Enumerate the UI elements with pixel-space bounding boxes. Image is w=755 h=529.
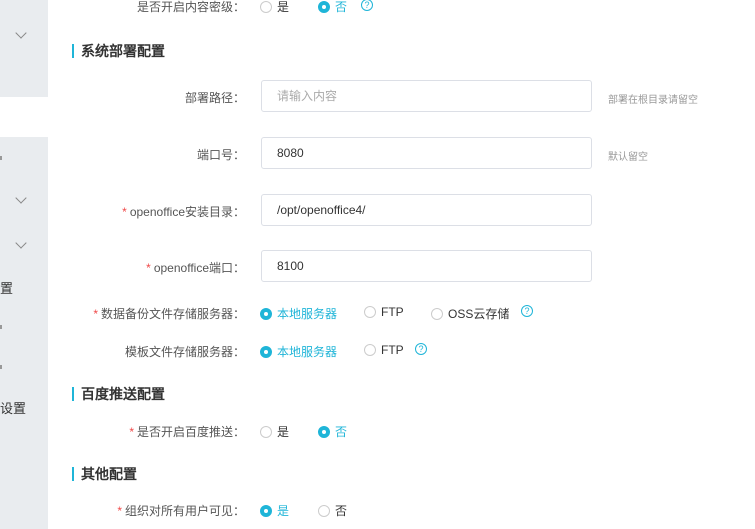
required-mark: * bbox=[93, 307, 98, 321]
radio-org-visible-no[interactable]: 否 bbox=[318, 502, 347, 519]
template-storage-label: 模板文件存储服务器： bbox=[124, 345, 245, 359]
port-input[interactable]: 8080 bbox=[261, 137, 592, 169]
radio-content-classification-no[interactable]: 否 bbox=[318, 0, 347, 15]
radio-icon bbox=[431, 307, 443, 320]
sidebar bbox=[0, 0, 48, 529]
openoffice-port-label: * openoffice端口： bbox=[146, 259, 245, 276]
deploy-path-label: 部署路径： bbox=[184, 91, 245, 105]
radio-icon bbox=[260, 0, 272, 13]
openoffice-dir-label: * openoffice安装目录： bbox=[122, 203, 245, 220]
content-classification-label: 是否开启内容密级： bbox=[136, 0, 245, 14]
radio-baidu-yes[interactable]: 是 bbox=[260, 423, 289, 440]
radio-org-visible-yes[interactable]: 是 bbox=[260, 502, 289, 519]
radio-icon bbox=[260, 307, 272, 320]
org-visible-label: * 组织对所有用户可见： bbox=[117, 502, 245, 519]
help-icon[interactable]: ? bbox=[415, 343, 427, 355]
sidebar-text-fragment bbox=[0, 325, 2, 329]
radio-label: 本地服务器 bbox=[277, 307, 338, 321]
label-text: openoffice端口： bbox=[153, 261, 245, 275]
radio-backup-local[interactable]: 本地服务器 bbox=[260, 305, 337, 322]
section-title-baidu: 百度推送配置 bbox=[72, 387, 165, 401]
radio-label: 是 bbox=[277, 0, 290, 14]
radio-label: 否 bbox=[335, 0, 348, 14]
radio-label: 本地服务器 bbox=[277, 345, 338, 359]
radio-backup-ftp[interactable]: FTP bbox=[364, 305, 404, 319]
radio-icon bbox=[364, 306, 376, 318]
radio-icon bbox=[318, 504, 330, 517]
radio-content-classification-yes[interactable]: 是 bbox=[260, 0, 289, 15]
radio-icon bbox=[260, 425, 272, 438]
sidebar-text-fragment bbox=[0, 156, 2, 160]
radio-label: FTP bbox=[381, 343, 404, 357]
radio-baidu-no[interactable]: 否 bbox=[318, 423, 347, 440]
required-mark: * bbox=[129, 425, 134, 439]
radio-label: 否 bbox=[335, 425, 348, 439]
radio-icon bbox=[318, 425, 330, 438]
label-text: 数据备份文件存储服务器： bbox=[100, 307, 245, 321]
sidebar-item-label[interactable]: 设置 bbox=[0, 398, 26, 417]
radio-label: 是 bbox=[277, 425, 290, 439]
radio-label: 否 bbox=[335, 504, 348, 518]
help-icon[interactable]: ? bbox=[361, 0, 373, 11]
sidebar-text-fragment bbox=[0, 365, 2, 369]
radio-icon bbox=[364, 344, 376, 356]
radio-backup-oss[interactable]: OSS云存储 bbox=[431, 305, 509, 322]
label-text: 是否开启百度推送： bbox=[136, 425, 245, 439]
radio-template-local[interactable]: 本地服务器 bbox=[260, 343, 337, 360]
help-icon[interactable]: ? bbox=[521, 305, 533, 317]
radio-icon bbox=[318, 0, 330, 13]
radio-label: 是 bbox=[277, 504, 290, 518]
openoffice-port-input[interactable]: 8100 bbox=[261, 250, 592, 282]
port-label: 端口号： bbox=[196, 148, 245, 162]
section-title-deploy: 系统部署配置 bbox=[72, 44, 165, 58]
backup-storage-label: * 数据备份文件存储服务器： bbox=[93, 305, 245, 322]
radio-icon bbox=[260, 504, 272, 517]
section-title-other: 其他配置 bbox=[72, 467, 137, 481]
port-hint: 默认留空 bbox=[608, 152, 648, 163]
radio-template-ftp[interactable]: FTP bbox=[364, 343, 404, 357]
deploy-path-input[interactable] bbox=[261, 80, 592, 112]
sidebar-active-item[interactable] bbox=[0, 97, 48, 137]
radio-label: FTP bbox=[381, 305, 404, 319]
baidu-push-label: * 是否开启百度推送： bbox=[129, 423, 245, 440]
required-mark: * bbox=[146, 261, 151, 275]
sidebar-item-label[interactable]: 置 bbox=[0, 278, 13, 297]
radio-label: OSS云存储 bbox=[448, 307, 510, 321]
radio-icon bbox=[260, 345, 272, 358]
deploy-path-hint: 部署在根目录请留空 bbox=[608, 95, 698, 106]
label-text: openoffice安装目录： bbox=[129, 205, 245, 219]
required-mark: * bbox=[117, 504, 122, 518]
openoffice-dir-input[interactable]: /opt/openoffice4/ bbox=[261, 194, 592, 226]
label-text: 组织对所有用户可见： bbox=[124, 504, 245, 518]
required-mark: * bbox=[122, 205, 127, 219]
